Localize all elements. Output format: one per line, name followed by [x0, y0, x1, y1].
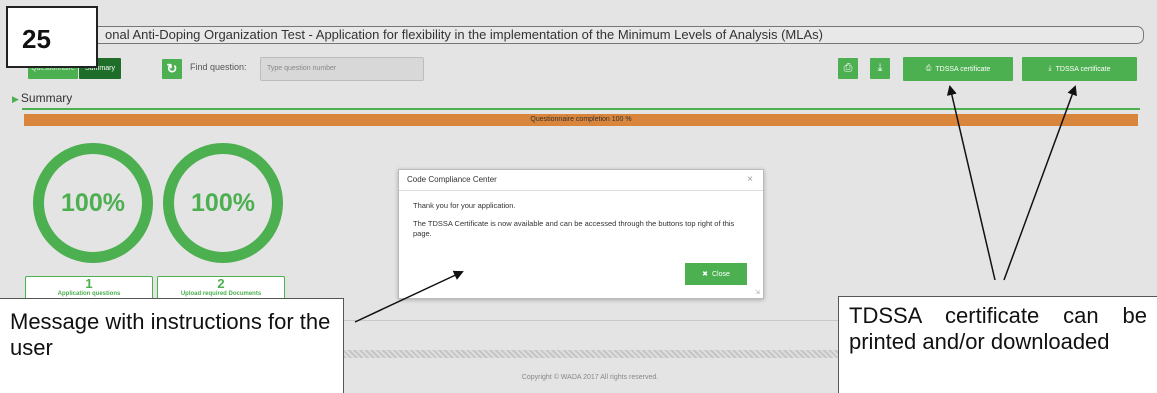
modal-body: Thank you for your application. The TDSS… [399, 191, 763, 257]
stat-count: 1 [85, 276, 93, 291]
tdssa-print-label: TDSSA certificate [935, 65, 991, 73]
completion-progress-bar: Questionnaire completion 100 % [24, 114, 1138, 126]
tdssa-download-label: TDSSA certificate [1055, 65, 1111, 73]
modal-header: Code Compliance Center × [399, 170, 763, 191]
section-title: ▶ Summary [12, 91, 72, 105]
close-icon: ✖ [702, 271, 708, 278]
find-question-label: Find question: [190, 62, 247, 72]
modal-message-2: The TDSSA Certificate is now available a… [413, 219, 735, 238]
stat-label: Application questions [57, 291, 121, 297]
footer-pattern [344, 350, 838, 358]
completion-ring-questions: 100% [33, 143, 153, 263]
stat-label: Upload required Documents [180, 291, 262, 297]
tdssa-print-button[interactable]: ⎙ TDSSA certificate [903, 57, 1013, 81]
modal-title: Code Compliance Center [407, 175, 497, 184]
close-icon[interactable]: × [747, 174, 753, 185]
download-button[interactable]: ⤓ [870, 58, 890, 79]
find-question-input[interactable]: Type question number [260, 57, 424, 81]
caret-right-icon: ▶ [12, 94, 19, 104]
print-icon: ⎙ [925, 65, 932, 72]
download-icon: ⤓ [877, 62, 883, 74]
close-button-label: Close [711, 270, 730, 278]
annotation-certificate-callout: TDSSA certificate can be printed and/or … [838, 296, 1157, 393]
annotation-message-callout: Message with instructions for the user [0, 298, 344, 393]
step-number: 25 [6, 6, 98, 68]
resize-handle[interactable]: ⇲ [755, 289, 760, 296]
copyright-text: Copyright © WADA 2017 All rights reserve… [521, 374, 659, 381]
divider [22, 108, 1140, 110]
print-icon: ⎙ [843, 62, 853, 74]
stat-count: 2 [217, 276, 225, 291]
refresh-icon[interactable]: ↻ [162, 59, 182, 79]
completion-ring-documents: 100% [163, 143, 283, 263]
download-icon: ⤓ [1048, 65, 1052, 72]
section-title-text: Summary [20, 91, 73, 105]
divider [340, 320, 840, 321]
close-button[interactable]: ✖ Close [685, 263, 747, 285]
tdssa-download-button[interactable]: ⤓ TDSSA certificate [1022, 57, 1137, 81]
print-button[interactable]: ⎙ [838, 58, 858, 79]
modal-message-1: Thank you for your application. [413, 201, 516, 210]
window-title: onal Anti-Doping Organization Test - App… [14, 26, 1144, 44]
confirmation-modal: Code Compliance Center × Thank you for y… [398, 169, 764, 299]
